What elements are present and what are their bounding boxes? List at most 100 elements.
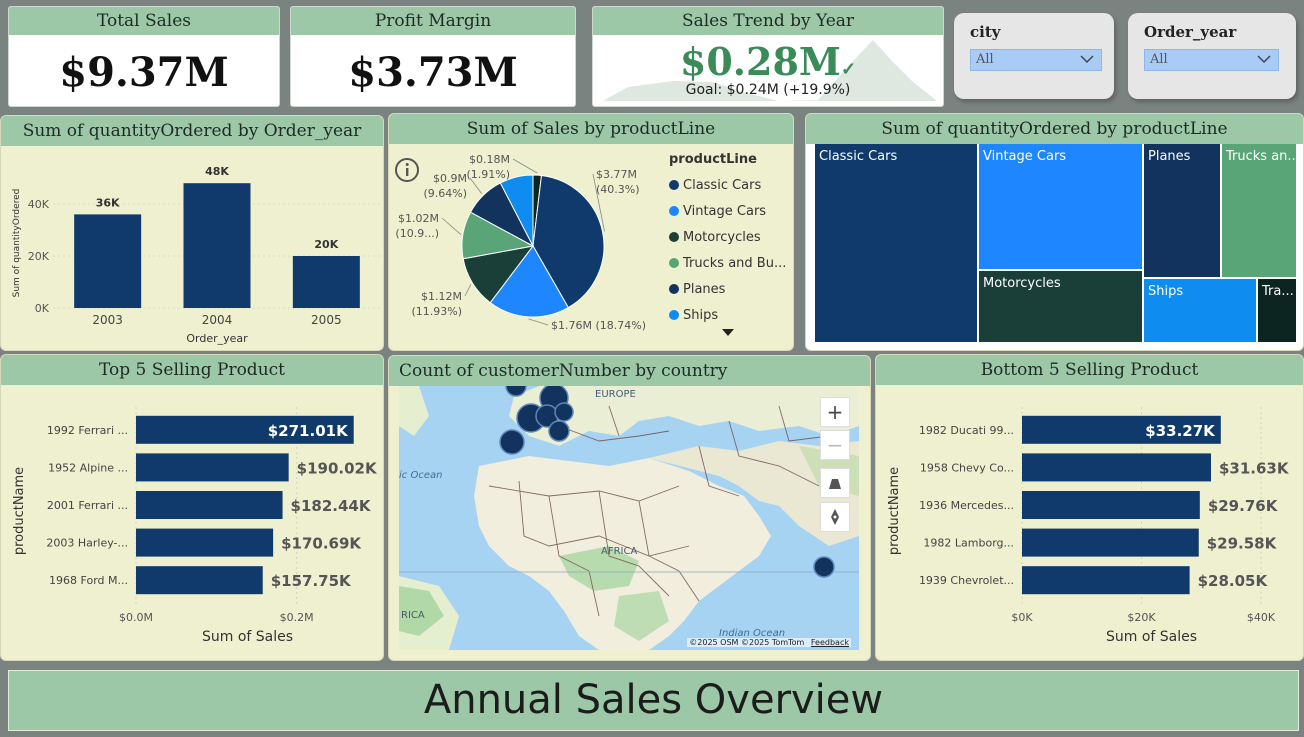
order-year-slicer: Order_year All (1128, 13, 1296, 99)
slice-label: $3.77M (596, 168, 637, 181)
y-axis-label: productName (12, 467, 27, 555)
slice-label: $0.9M (433, 172, 467, 185)
legend-swatch (669, 284, 679, 294)
legend-swatch (669, 258, 679, 268)
sales-by-productline-panel[interactable]: Sum of Sales by productLine $3.77M (40.3%… (388, 113, 794, 351)
data-label: 20K (314, 238, 338, 251)
slice-label: $1.02M (398, 212, 439, 225)
bar (136, 566, 263, 595)
x-tick-label: $0.2M (280, 611, 314, 624)
legend-item[interactable]: Classic Cars (669, 172, 786, 198)
y-tick-label: 1968 Ford M... (49, 574, 128, 587)
x-tick-label: $0K (1011, 611, 1033, 624)
data-label: $31.63K (1219, 459, 1290, 477)
sales-trend-goal: Goal: $0.24M (+19.9%) (685, 82, 851, 98)
bar (136, 453, 289, 482)
map-label-atlantic: ic Ocean (399, 470, 442, 481)
y-tick-label: 1982 Lamborg... (923, 537, 1014, 550)
y-tick-label: 1982 Ducati 99... (919, 424, 1014, 437)
treemap-tile[interactable]: Planes (1144, 144, 1220, 277)
x-axis-label: Order_year (186, 332, 248, 345)
slice-pct: (40.3%) (596, 183, 640, 196)
legend-item[interactable]: Ships (669, 302, 786, 328)
footer-title: Annual Sales Overview (423, 677, 884, 723)
qty-by-year-panel[interactable]: Sum of quantityOrdered by Order_year 0K 2… (0, 115, 384, 351)
compass-button[interactable] (820, 502, 850, 532)
map-canvas[interactable]: EUROPE ic Ocean AFRICA RICA Indian Ocean… (399, 386, 859, 650)
legend-swatch (669, 310, 679, 320)
x-axis-label: Sum of Sales (1106, 629, 1197, 645)
treemap-tile[interactable]: Trucks an... (1222, 144, 1296, 277)
legend-item[interactable]: Motorcycles (669, 224, 786, 250)
legend-item[interactable]: Vintage Cars (669, 198, 786, 224)
x-tick-label: $20K (1127, 611, 1156, 624)
x-axis-label: Sum of Sales (202, 629, 293, 645)
bar (136, 528, 274, 557)
bar (74, 214, 142, 308)
sales-trend-card[interactable]: Sales Trend by Year $0.28M✓ Goal: $0.24M… (592, 6, 944, 107)
top5-panel[interactable]: Top 5 Selling Product $0.0M $0.2M 1992 Fer… (0, 354, 384, 661)
tilt-button[interactable] (820, 468, 850, 498)
sales-trend-value: $0.28M✓ (679, 39, 857, 84)
order-year-dropdown[interactable]: All (1144, 49, 1279, 71)
data-label: $190.02K (297, 459, 378, 477)
y-tick-label: 2003 Harley-... (46, 537, 128, 550)
legend-item[interactable]: Trucks and Bu... (669, 250, 786, 276)
zoom-out-button[interactable]: − (820, 430, 850, 460)
legend-label: Motorcycles (683, 229, 761, 245)
chevron-down-icon (1257, 55, 1271, 64)
data-label: 48K (205, 165, 229, 178)
total-sales-card[interactable]: Total Sales $9.37M (8, 6, 280, 107)
treemap-tile[interactable]: Classic Cars (815, 144, 977, 342)
bar (183, 183, 251, 308)
info-icon[interactable] (394, 157, 422, 185)
bar (292, 256, 360, 308)
data-label: 36K (96, 196, 120, 209)
slice-pct: (9.64%) (423, 187, 467, 200)
qty-by-productline-panel[interactable]: Sum of quantityOrdered by productLine Cl… (805, 113, 1304, 351)
zoom-in-button[interactable]: + (820, 397, 850, 427)
bar (1022, 528, 1199, 557)
y-tick-label: 2001 Ferrari ... (47, 499, 128, 512)
bar (136, 491, 283, 519)
legend-label: Classic Cars (683, 177, 762, 193)
treemap-tile[interactable]: Tra... (1258, 279, 1296, 342)
check-icon: ✓ (840, 59, 857, 80)
treemap-tile[interactable]: Ships (1144, 279, 1256, 342)
legend-item[interactable]: Planes (669, 276, 786, 302)
legend-scroll-down-icon[interactable] (721, 328, 735, 338)
city-dropdown-value: All (976, 52, 994, 67)
treemap-label: Planes (1148, 149, 1191, 164)
pie-legend: Classic Cars Vintage Cars Motorcycles Truck… (669, 172, 786, 328)
y-axis-label: productName (887, 467, 902, 555)
leader-line (512, 158, 538, 174)
top5-chart: $0.0M $0.2M 1992 Ferrari ... $271.01K 1952 A… (12, 407, 378, 645)
map-panel[interactable]: Count of customerNumber by country EUROP… (388, 355, 871, 661)
legend-label: Trucks and Bu... (683, 255, 787, 271)
total-sales-value: $9.37M (59, 49, 229, 96)
data-label: $271.01K (268, 422, 349, 440)
y-tick-label: 1936 Mercedes... (919, 499, 1014, 512)
treemap-tile[interactable]: Vintage Cars (979, 144, 1142, 269)
bottom5-panel[interactable]: Bottom 5 Selling Product $0K $20K $40K 1982… (875, 354, 1304, 661)
slice-pct: (11.93%) (411, 305, 462, 318)
feedback-link[interactable]: Feedback (811, 638, 849, 647)
y-tick-label: 1958 Chevy Co... (920, 461, 1014, 474)
profit-margin-card[interactable]: Profit Margin $3.73M (290, 6, 576, 107)
y-axis-label: Sum of quantityOrdered (12, 189, 22, 298)
city-slicer: city All (954, 13, 1114, 99)
profit-margin-value: $3.73M (348, 49, 518, 96)
y-tick-label: 20K (28, 250, 50, 263)
legend-swatch (669, 180, 679, 190)
data-label: $170.69K (281, 535, 362, 553)
data-label: $28.05K (1198, 572, 1269, 590)
city-dropdown[interactable]: All (970, 49, 1102, 71)
footer-banner: Annual Sales Overview (8, 670, 1299, 731)
map-title: Count of customerNumber by country (389, 356, 870, 386)
compass-icon (831, 509, 839, 525)
treemap-label: Vintage Cars (983, 149, 1067, 164)
treemap-tile[interactable]: Motorcycles (979, 271, 1142, 342)
city-slicer-label: city (970, 23, 1001, 41)
map-label-africa: AFRICA (601, 546, 637, 557)
leader-line (441, 217, 462, 235)
